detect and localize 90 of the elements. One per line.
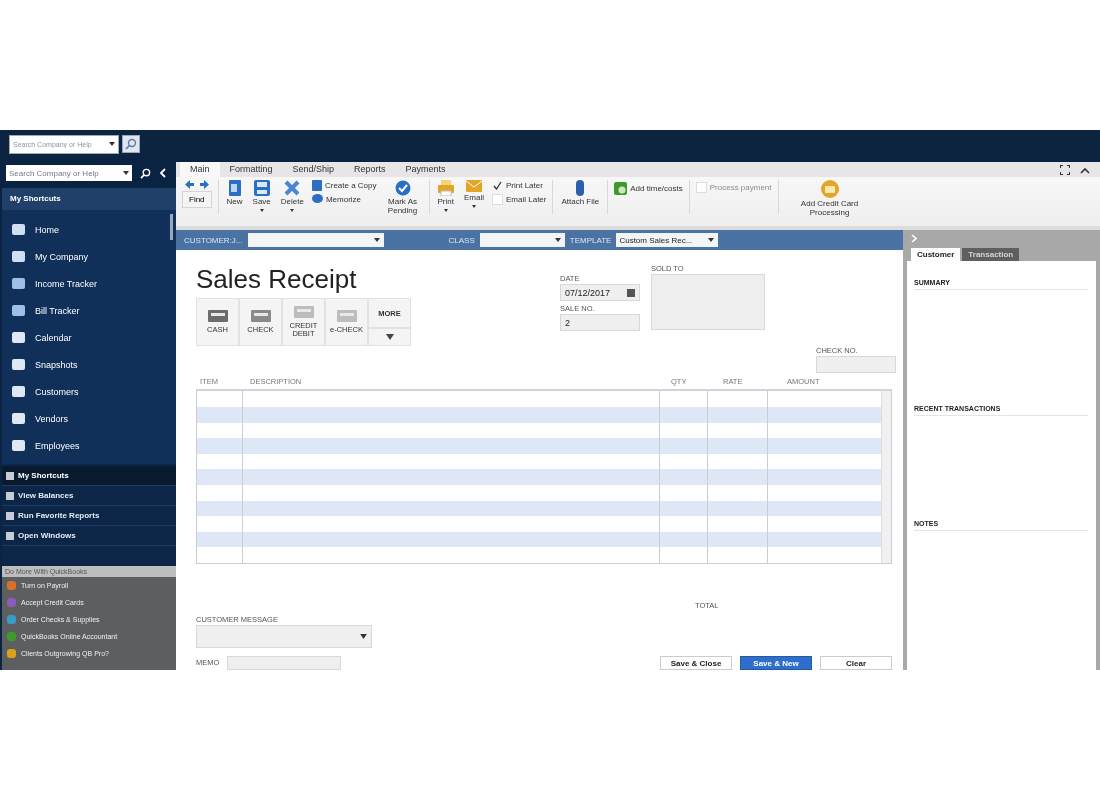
- payment-icon: [207, 310, 228, 323]
- add-credit-card-button[interactable]: Add Credit Card Processing: [794, 180, 865, 218]
- sale-no-field[interactable]: 2: [560, 314, 640, 332]
- caret-icon: [290, 208, 295, 212]
- caret-icon: [259, 208, 264, 212]
- save-button[interactable]: Save: [250, 180, 273, 212]
- customer-job-dropdown[interactable]: [247, 233, 384, 248]
- new-button[interactable]: New: [224, 180, 245, 207]
- date-field[interactable]: 07/12/2017: [560, 284, 640, 302]
- panel-tab[interactable]: Transaction: [962, 248, 1020, 261]
- create-copy-button[interactable]: Create a Copy: [311, 180, 377, 191]
- ribbon-tab[interactable]: Formatting: [219, 162, 283, 177]
- scrollbar[interactable]: [881, 391, 891, 563]
- sold-to-field[interactable]: [651, 274, 765, 331]
- ribbon-tab[interactable]: Send/Ship: [282, 162, 345, 177]
- form-button[interactable]: Clear: [820, 656, 892, 670]
- shortcut-icon: [11, 438, 26, 453]
- search-icon[interactable]: [140, 167, 151, 179]
- x-icon: [284, 180, 301, 196]
- sidebar-section[interactable]: View Balances: [2, 486, 176, 506]
- shortcut-icon: [11, 276, 26, 291]
- email-button[interactable]: Email: [462, 180, 486, 208]
- previous-next-icon[interactable]: [184, 180, 209, 189]
- panel-tab[interactable]: Customer: [911, 248, 961, 261]
- memorize-button[interactable]: Memorize: [311, 194, 377, 204]
- mark-pending-button[interactable]: Mark As Pending: [382, 180, 423, 216]
- shortcut-icon: [11, 384, 26, 399]
- print-button[interactable]: Print: [435, 180, 456, 212]
- form-title: Sales Receipt: [196, 264, 358, 295]
- memo-field[interactable]: [227, 656, 342, 670]
- find-button[interactable]: Find: [182, 191, 212, 208]
- form-button[interactable]: Save & Close: [660, 656, 732, 670]
- shortcut-item[interactable]: Vendors: [2, 405, 176, 432]
- ribbon-tab[interactable]: Payments: [395, 162, 456, 177]
- sidebar-section[interactable]: Run Favorite Reports: [2, 506, 176, 526]
- caret-icon: [443, 208, 448, 212]
- collapse-ribbon-icon[interactable]: [1080, 166, 1090, 174]
- printer-icon: [437, 180, 454, 196]
- more-dropdown-button[interactable]: [368, 328, 411, 347]
- shortcut-item[interactable]: Employees: [2, 432, 176, 459]
- search-icon: [125, 138, 137, 150]
- template-label: TEMPLATE: [569, 235, 612, 245]
- caret-icon: [472, 204, 476, 208]
- caret-icon: [385, 334, 394, 341]
- sidebar-section[interactable]: My Shortcuts: [2, 466, 176, 486]
- dropdown-icon[interactable]: [109, 142, 115, 146]
- email-later-checkbox[interactable]: Email Later: [492, 194, 547, 205]
- shortcut-item[interactable]: Customers: [2, 378, 176, 405]
- expand-panel-icon[interactable]: [911, 233, 917, 243]
- shortcut-item[interactable]: Snapshots: [2, 351, 176, 378]
- checkbox-icon[interactable]: [492, 180, 503, 191]
- shortcut-item[interactable]: Calendar: [2, 324, 176, 351]
- shortcuts-heading: My Shortcuts: [2, 188, 176, 210]
- form-button[interactable]: Save & New: [740, 656, 812, 670]
- search-button[interactable]: [122, 135, 140, 153]
- template-dropdown[interactable]: Custom Sales Rec...: [616, 233, 719, 248]
- shortcut-item[interactable]: Bill Tracker: [2, 297, 176, 324]
- payment-icon: [336, 310, 357, 323]
- class-dropdown[interactable]: [479, 233, 565, 248]
- shortcut-item[interactable]: Home: [2, 216, 176, 243]
- ribbon-tab[interactable]: Main: [180, 162, 220, 177]
- shortcut-icon: [11, 222, 26, 237]
- document-icon: [227, 180, 242, 196]
- checkmark-icon: [394, 180, 411, 196]
- credit-card-icon: [820, 180, 839, 198]
- add-time-costs-button[interactable]: Add time/costs: [614, 182, 683, 195]
- payment-icon: [250, 310, 271, 323]
- customer-job-label: CUSTOMER:J...: [184, 235, 243, 245]
- shortcut-icon: [11, 330, 26, 345]
- check-no-field[interactable]: [816, 356, 896, 374]
- envelope-icon: [466, 180, 482, 192]
- shortcut-item[interactable]: Income Tracker: [2, 270, 176, 297]
- ribbon-tab[interactable]: Reports: [344, 162, 396, 177]
- speech-bubble-icon: [311, 194, 323, 204]
- shortcut-item[interactable]: My Company: [2, 243, 176, 270]
- shortcut-icon: [11, 303, 26, 318]
- attach-file-button[interactable]: Attach File: [559, 180, 602, 207]
- delete-button[interactable]: Delete: [278, 180, 306, 212]
- collapse-icon[interactable]: [159, 168, 166, 178]
- dropdown-icon[interactable]: [123, 171, 129, 175]
- document-icon: [311, 180, 322, 191]
- caret-icon: [360, 634, 367, 639]
- shortcut-icon: [11, 411, 26, 426]
- shortcut-icon: [11, 249, 26, 264]
- sidebar-section[interactable]: Open Windows: [2, 526, 176, 546]
- payment-icon: [293, 306, 314, 319]
- shortcut-icon: [11, 357, 26, 372]
- class-label: CLASS: [448, 235, 475, 245]
- expand-icon[interactable]: [1060, 165, 1070, 175]
- print-later-checkbox[interactable]: Print Later: [492, 180, 547, 191]
